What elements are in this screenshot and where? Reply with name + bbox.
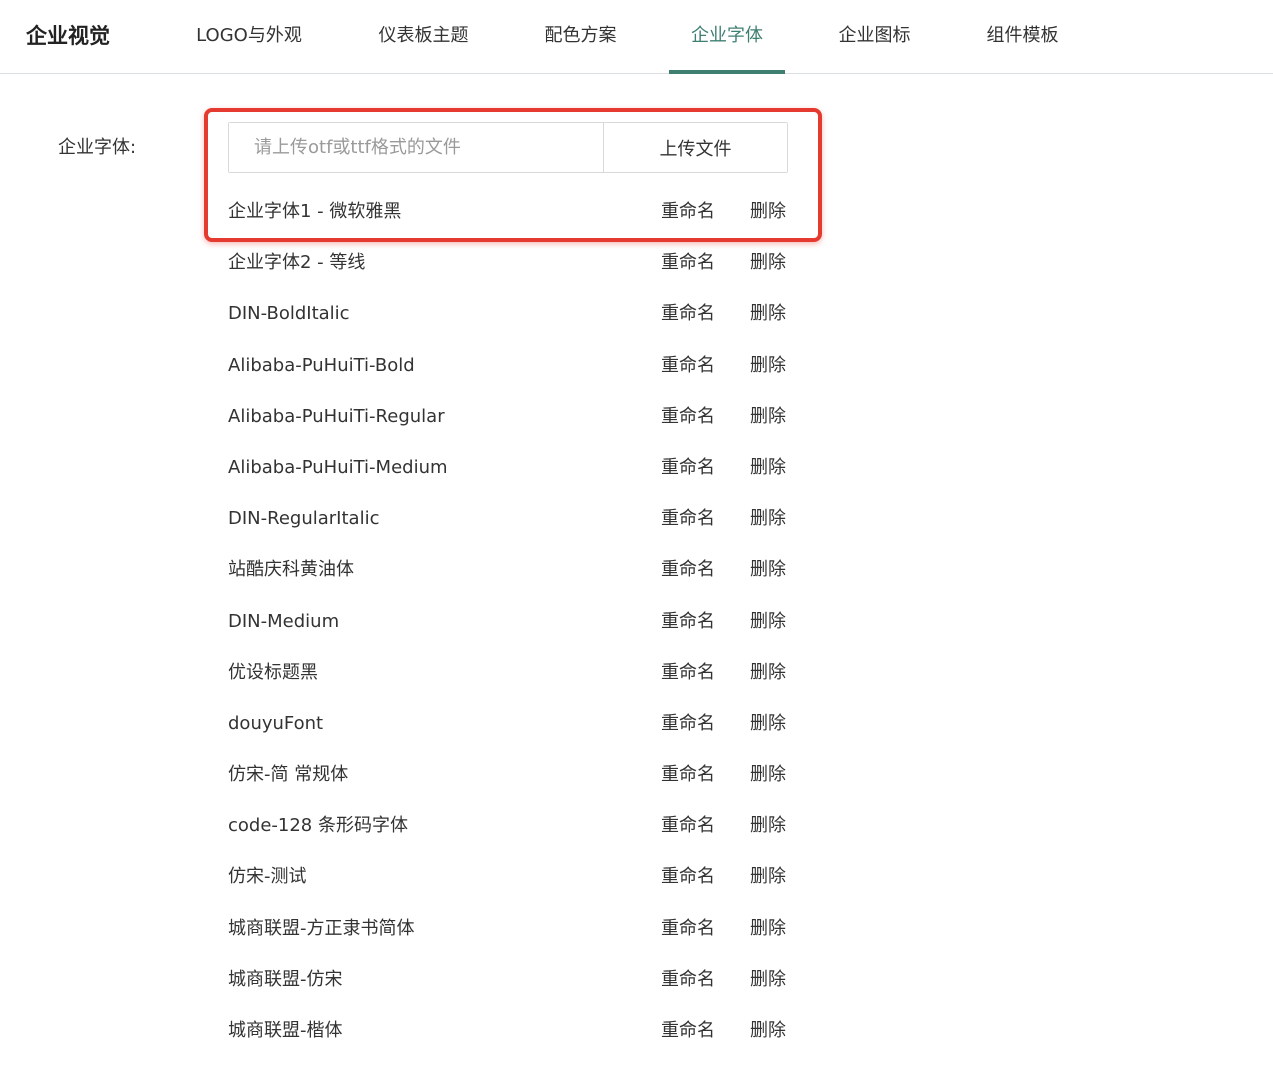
font-name: douyuFont xyxy=(228,712,324,734)
font-list: 企业字体1 - 微软雅黑 重命名 删除 企业字体2 - 等线 重命名 删除 DI… xyxy=(228,186,788,1056)
font-row: DIN-Medium 重命名 删除 xyxy=(228,596,788,647)
font-name: 优设标题黑 xyxy=(228,661,318,683)
font-name: DIN-Medium xyxy=(228,610,340,632)
font-upload-group: 上传文件 xyxy=(228,122,788,173)
font-row: 企业字体1 - 微软雅黑 重命名 删除 xyxy=(228,186,788,237)
rename-link[interactable]: 重命名 xyxy=(661,186,715,237)
upload-file-button[interactable]: 上传文件 xyxy=(604,123,787,172)
tab-color-scheme[interactable]: 配色方案 xyxy=(542,0,619,73)
rename-link[interactable]: 重命名 xyxy=(661,391,715,442)
font-name: 站酷庆科黄油体 xyxy=(228,559,354,581)
rename-link[interactable]: 重命名 xyxy=(661,288,715,339)
font-row: Alibaba-PuHuiTi-Regular 重命名 删除 xyxy=(228,391,788,442)
rename-link[interactable]: 重命名 xyxy=(661,749,715,800)
font-row: code-128 条形码字体 重命名 删除 xyxy=(228,800,788,851)
tab-component-templates[interactable]: 组件模板 xyxy=(984,0,1061,73)
font-row: 城商联盟-方正隶书简体 重命名 删除 xyxy=(228,903,788,954)
font-name: Alibaba-PuHuiTi-Medium xyxy=(228,456,448,478)
rename-link[interactable]: 重命名 xyxy=(661,954,715,1005)
delete-link[interactable]: 删除 xyxy=(750,186,786,237)
rename-link[interactable]: 重命名 xyxy=(661,340,715,391)
font-row: Alibaba-PuHuiTi-Bold 重命名 删除 xyxy=(228,340,788,391)
tab-label: LOGO与外观 xyxy=(196,25,302,46)
font-name: Alibaba-PuHuiTi-Bold xyxy=(228,354,415,376)
tab-dashboard-theme[interactable]: 仪表板主题 xyxy=(375,0,472,73)
tab-enterprise-icons[interactable]: 企业图标 xyxy=(836,0,913,73)
font-row: 仿宋-简 常规体 重命名 删除 xyxy=(228,749,788,800)
rename-link[interactable]: 重命名 xyxy=(661,544,715,595)
delete-link[interactable]: 删除 xyxy=(750,596,786,647)
font-row: 城商联盟-楷体 重命名 删除 xyxy=(228,1005,788,1056)
font-name: DIN-RegularItalic xyxy=(228,508,380,530)
brand-title: 企业视觉 xyxy=(26,24,110,48)
active-tab-indicator xyxy=(669,70,785,74)
font-row: douyuFont 重命名 删除 xyxy=(228,698,788,749)
tab-label: 配色方案 xyxy=(544,25,617,46)
rename-link[interactable]: 重命名 xyxy=(661,596,715,647)
delete-link[interactable]: 删除 xyxy=(750,1005,786,1056)
font-row: 城商联盟-仿宋 重命名 删除 xyxy=(228,954,788,1005)
rename-link[interactable]: 重命名 xyxy=(661,647,715,698)
delete-link[interactable]: 删除 xyxy=(750,851,786,902)
top-navigation: 企业视觉 LOGO与外观 仪表板主题 配色方案 企业字体 企业图标 组件模板 xyxy=(0,0,1273,74)
rename-link[interactable]: 重命名 xyxy=(661,698,715,749)
tab-enterprise-font[interactable]: 企业字体 xyxy=(669,0,785,74)
font-row: 优设标题黑 重命名 删除 xyxy=(228,647,788,698)
delete-link[interactable]: 删除 xyxy=(750,544,786,595)
font-name: code-128 条形码字体 xyxy=(228,815,408,837)
tab-logo-appearance[interactable]: LOGO与外观 xyxy=(192,0,306,73)
font-row: 仿宋-测试 重命名 删除 xyxy=(228,851,788,902)
tab-label: 企业字体 xyxy=(691,25,763,46)
delete-link[interactable]: 删除 xyxy=(750,954,786,1005)
rename-link[interactable]: 重命名 xyxy=(661,851,715,902)
delete-link[interactable]: 删除 xyxy=(750,391,786,442)
font-file-input[interactable] xyxy=(229,123,604,172)
font-row: Alibaba-PuHuiTi-Medium 重命名 删除 xyxy=(228,442,788,493)
delete-link[interactable]: 删除 xyxy=(750,698,786,749)
enterprise-font-label: 企业字体: xyxy=(58,137,137,158)
delete-link[interactable]: 删除 xyxy=(750,903,786,954)
rename-link[interactable]: 重命名 xyxy=(661,1005,715,1056)
font-row: 企业字体2 - 等线 重命名 删除 xyxy=(228,237,788,288)
delete-link[interactable]: 删除 xyxy=(750,237,786,288)
font-row: DIN-RegularItalic 重命名 删除 xyxy=(228,493,788,544)
font-name: 企业字体2 - 等线 xyxy=(228,252,366,274)
font-row: DIN-BoldItalic 重命名 删除 xyxy=(228,288,788,339)
rename-link[interactable]: 重命名 xyxy=(661,800,715,851)
font-name: 仿宋-测试 xyxy=(228,866,307,888)
font-name: 企业字体1 - 微软雅黑 xyxy=(228,201,402,222)
delete-link[interactable]: 删除 xyxy=(750,442,786,493)
delete-link[interactable]: 删除 xyxy=(750,288,786,339)
font-name: 仿宋-简 常规体 xyxy=(228,764,349,786)
rename-link[interactable]: 重命名 xyxy=(661,442,715,493)
font-name: DIN-BoldItalic xyxy=(228,303,350,325)
rename-link[interactable]: 重命名 xyxy=(661,237,715,288)
delete-link[interactable]: 删除 xyxy=(750,340,786,391)
delete-link[interactable]: 删除 xyxy=(750,800,786,851)
font-row: 站酷庆科黄油体 重命名 删除 xyxy=(228,544,788,595)
font-name: 城商联盟-方正隶书简体 xyxy=(228,917,415,939)
font-name: 城商联盟-仿宋 xyxy=(228,968,343,990)
tab-label: 仪表板主题 xyxy=(378,25,469,46)
tab-label: 组件模板 xyxy=(986,25,1059,46)
delete-link[interactable]: 删除 xyxy=(750,647,786,698)
rename-link[interactable]: 重命名 xyxy=(661,493,715,544)
delete-link[interactable]: 删除 xyxy=(750,493,786,544)
tab-label: 企业图标 xyxy=(838,25,911,46)
delete-link[interactable]: 删除 xyxy=(750,749,786,800)
font-name: 城商联盟-楷体 xyxy=(228,1020,343,1041)
font-name: Alibaba-PuHuiTi-Regular xyxy=(228,405,445,427)
rename-link[interactable]: 重命名 xyxy=(661,903,715,954)
